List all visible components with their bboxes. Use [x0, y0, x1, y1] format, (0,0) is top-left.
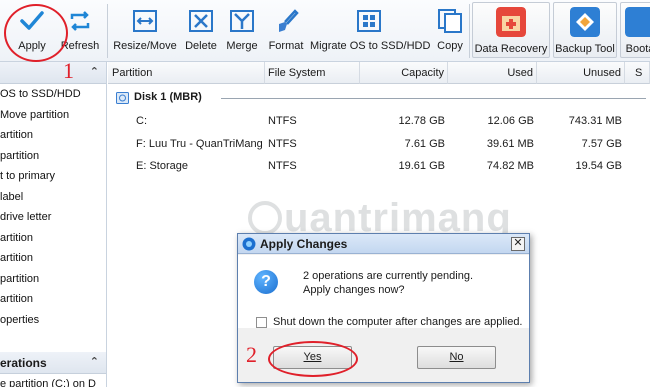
data-recovery-label: Data Recovery	[474, 43, 548, 55]
collapse-chevron-icon[interactable]: ⌃	[90, 355, 99, 368]
shutdown-checkbox-label[interactable]: Shut down the computer after changes are…	[273, 316, 523, 328]
column-header-file-system[interactable]: File System	[265, 62, 360, 84]
used-cell: 74.82 MB	[486, 160, 534, 172]
dialog-message-line2: Apply changes now?	[303, 284, 405, 296]
backup-tool-button[interactable]: Backup Tool	[553, 2, 617, 58]
operations-sidebar: ⌃ OS to SSD/HDD Move partition artition par…	[0, 62, 107, 387]
app-logo-icon	[242, 237, 256, 251]
copy-icon	[438, 9, 462, 33]
question-icon: ?	[254, 270, 278, 294]
operation-item[interactable]: label	[0, 191, 23, 203]
annotation-circle-apply	[4, 4, 68, 62]
delete-button[interactable]: Delete	[181, 0, 221, 62]
column-header-status[interactable]: S	[625, 62, 650, 84]
dialog-title: Apply Changes	[260, 237, 348, 251]
operation-item[interactable]: artition	[0, 129, 33, 141]
operation-item[interactable]: t to primary	[0, 170, 55, 182]
first-aid-kit-icon	[496, 7, 526, 37]
format-button[interactable]: Format	[265, 0, 307, 62]
no-button[interactable]: No	[417, 346, 496, 369]
watermark-logo-icon	[248, 201, 282, 235]
pending-operations-title: erations	[0, 356, 47, 370]
refresh-icon	[70, 11, 90, 31]
migrate-os-label: Migrate OS to SSD/HDD	[310, 40, 431, 52]
table-row[interactable]: C: NTFS 12.78 GB 12.06 GB 743.31 MB	[108, 114, 650, 134]
resize-move-button[interactable]: Resize/Move	[112, 0, 178, 62]
column-header-partition[interactable]: Partition	[108, 62, 265, 84]
operation-item[interactable]: drive letter	[0, 211, 51, 223]
toolbar-divider	[469, 4, 470, 58]
backup-tool-label: Backup Tool	[555, 43, 615, 55]
column-header-capacity[interactable]: Capacity	[360, 62, 448, 84]
column-header-used[interactable]: Used	[448, 62, 537, 84]
brush-icon	[279, 9, 299, 32]
disk-icon	[116, 92, 129, 104]
copy-label: Copy	[437, 40, 463, 52]
operation-item[interactable]: operties	[0, 314, 39, 326]
file-system-cell: NTFS	[268, 115, 297, 127]
table-row[interactable]: F: Luu Tru - QuanTriMang NTFS 7.61 GB 39.61…	[108, 137, 650, 157]
used-cell: 39.61 MB	[486, 137, 534, 150]
dialog-message-line1: 2 operations are currently pending.	[303, 270, 473, 282]
unused-cell: 743.31 MB	[568, 115, 622, 127]
disk-separator-line	[221, 98, 646, 99]
operation-item[interactable]: artition	[0, 252, 33, 264]
resize-move-label: Resize/Move	[113, 40, 177, 52]
operation-item[interactable]: partition	[0, 273, 39, 285]
disk-row[interactable]: Disk 1 (MBR)	[116, 90, 646, 106]
operation-item[interactable]: OS to SSD/HDD	[0, 88, 81, 100]
delete-icon	[189, 10, 213, 32]
merge-label: Merge	[226, 40, 258, 52]
windows-logo-icon	[357, 10, 381, 32]
dialog-title-bar[interactable]: Apply Changes ✕	[238, 234, 529, 254]
file-system-cell: NTFS	[268, 160, 297, 172]
capacity-cell: 19.61 GB	[398, 160, 445, 172]
column-header-unused[interactable]: Unused	[537, 62, 625, 84]
data-recovery-button[interactable]: Data Recovery	[472, 2, 550, 58]
operation-item[interactable]: partition	[0, 150, 39, 162]
shutdown-checkbox[interactable]	[256, 317, 267, 328]
toolbar: Apply Refresh Resize/Move Delete Merge F…	[0, 0, 650, 62]
file-system-cell: NTFS	[268, 137, 297, 150]
partition-name-cell: F: Luu Tru - QuanTriMang	[136, 137, 263, 150]
toolbar-divider	[107, 4, 108, 58]
capacity-cell: 12.78 GB	[398, 115, 445, 127]
operations-header[interactable]: ⌃	[0, 62, 106, 84]
partition-name-cell: E: Storage	[136, 160, 188, 172]
annotation-step-2: 2	[246, 342, 257, 367]
bootable-media-label: Boota	[625, 43, 650, 55]
pending-operations-header[interactable]: erations ⌃	[0, 352, 106, 374]
table-row[interactable]: E: Storage NTFS 19.61 GB 74.82 MB 19.54 GB	[108, 159, 650, 179]
used-cell: 12.06 GB	[487, 115, 534, 127]
migrate-os-button[interactable]: Migrate OS to SSD/HDD	[310, 0, 431, 62]
no-label: No	[449, 351, 464, 363]
close-icon[interactable]: ✕	[511, 237, 525, 251]
partition-name-cell: C:	[136, 115, 147, 127]
unused-cell: 7.57 GB	[581, 137, 622, 150]
copy-button[interactable]: Copy	[433, 0, 467, 62]
annotation-step-1: 1	[63, 58, 74, 83]
bootable-media-icon	[625, 7, 650, 37]
backup-icon	[570, 7, 600, 37]
operation-item[interactable]: artition	[0, 232, 33, 244]
disk-label: Disk 1 (MBR)	[134, 91, 202, 103]
resize-icon	[133, 10, 157, 32]
bootable-media-button[interactable]: Boota	[620, 2, 650, 58]
app-window: Apply Refresh Resize/Move Delete Merge F…	[0, 0, 650, 387]
operation-item[interactable]: Move partition	[0, 109, 69, 121]
merge-button[interactable]: Merge	[223, 0, 261, 62]
capacity-cell: 7.61 GB	[404, 137, 445, 150]
annotation-circle-yes	[268, 341, 358, 377]
merge-icon	[230, 10, 254, 32]
format-label: Format	[268, 40, 304, 52]
operation-item[interactable]: artition	[0, 293, 33, 305]
collapse-chevron-icon[interactable]: ⌃	[90, 65, 99, 78]
delete-label: Delete	[185, 40, 217, 52]
pending-operation-item[interactable]: e partition (C:) on D	[0, 378, 96, 387]
unused-cell: 19.54 GB	[575, 160, 622, 172]
